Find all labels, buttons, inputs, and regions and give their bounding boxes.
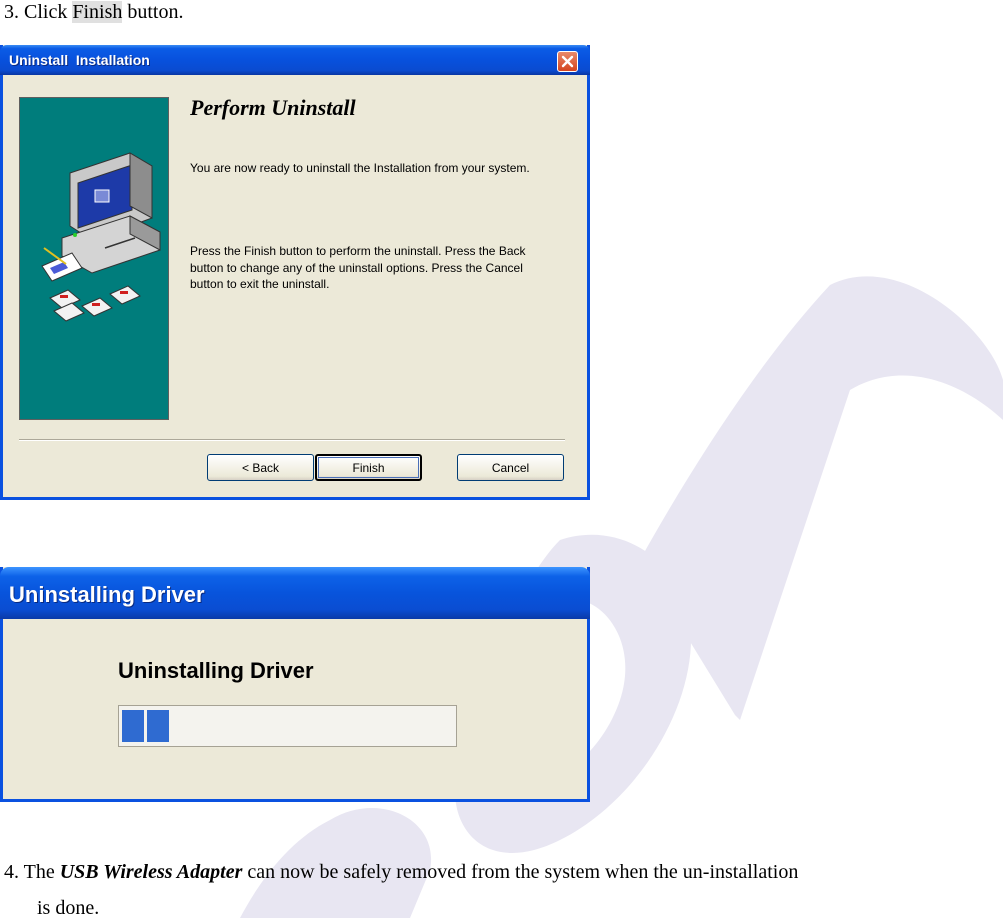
step3-finish-highlight: Finish xyxy=(72,1,123,23)
back-button[interactable]: < Back xyxy=(207,454,314,481)
close-button[interactable] xyxy=(557,51,578,72)
dialog1-titlebar[interactable]: Uninstall Installation xyxy=(0,45,590,75)
step3-instruction: 3. Click Finish button. xyxy=(4,0,184,24)
wizard-side-panel xyxy=(19,97,169,420)
dialog2-title: Uninstalling Driver xyxy=(9,582,205,607)
progress-chunk xyxy=(147,710,169,742)
dialog1-title: Uninstall Installation xyxy=(9,52,150,68)
uninstalling-driver-heading: Uninstalling Driver xyxy=(118,658,314,683)
uninstalling-driver-dialog: Uninstalling Driver Uninstalling Driver xyxy=(0,567,590,802)
perform-uninstall-heading: Perform Uninstall xyxy=(190,95,356,120)
uninstall-installation-dialog: Uninstall Installation Perform Uninstall… xyxy=(0,45,590,500)
close-icon xyxy=(561,55,574,68)
usb-wireless-adapter-emphasis: USB Wireless Adapter xyxy=(59,861,243,883)
finish-button[interactable]: Finish xyxy=(315,454,422,481)
instructions-line: button to exit the uninstall. xyxy=(190,277,330,291)
dialog2-titlebar[interactable]: Uninstalling Driver xyxy=(0,567,590,619)
step4-line2: is done. xyxy=(37,897,100,919)
progress-track xyxy=(122,709,453,743)
progress-chunk xyxy=(122,710,144,742)
step3-suffix: button. xyxy=(122,1,184,23)
cancel-button[interactable]: Cancel xyxy=(457,454,564,481)
uninstall-progress-bar xyxy=(118,705,457,747)
step4-prefix: 4. The xyxy=(4,861,60,883)
instructions-line: button to change any of the uninstall op… xyxy=(190,260,523,275)
button-separator xyxy=(19,439,565,441)
step4-instruction: 4. The USB Wireless Adapter can now be s… xyxy=(4,860,798,884)
computer-installer-icon xyxy=(41,152,161,322)
instructions-paragraph: Press the Finish button to perform the u… xyxy=(190,243,526,293)
instructions-line: Press the Finish button to perform the u… xyxy=(190,244,526,258)
step4-suffix: can now be safely removed from the syste… xyxy=(242,861,799,883)
ready-to-uninstall-text: You are now ready to uninstall the Insta… xyxy=(190,161,530,175)
step3-prefix: 3. Click xyxy=(4,1,73,23)
